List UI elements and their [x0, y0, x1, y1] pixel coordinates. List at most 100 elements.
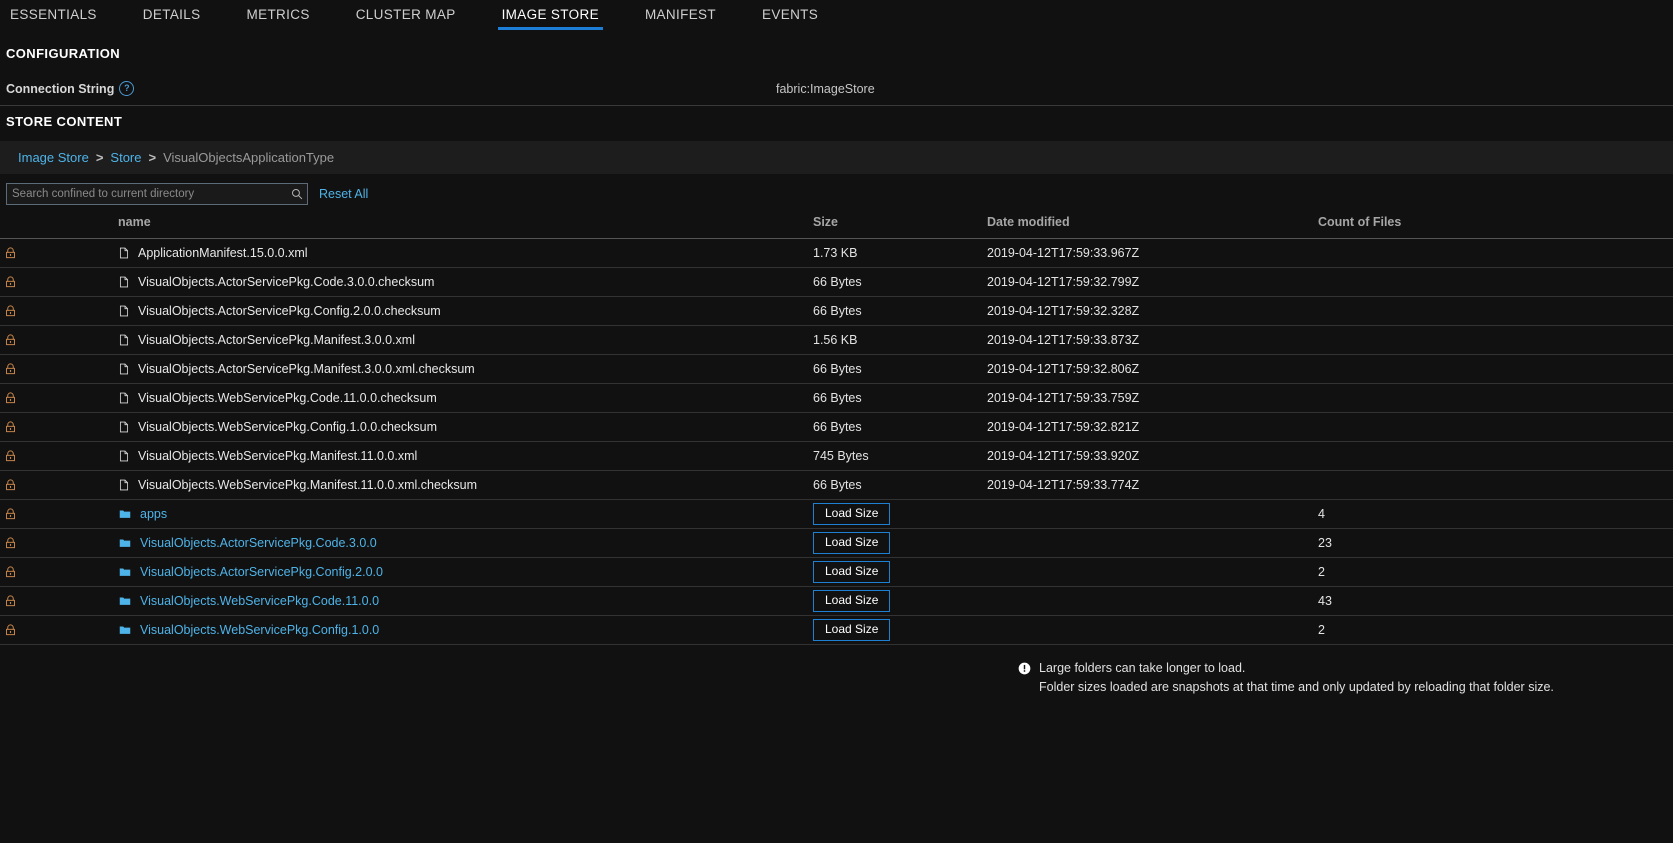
date-modified-cell: [982, 499, 1312, 529]
date-modified-cell: 2019-04-12T17:59:33.774Z: [982, 470, 1312, 500]
load-size-button[interactable]: Load Size: [813, 619, 891, 641]
date-modified-cell: 2019-04-12T17:59:33.920Z: [982, 441, 1312, 471]
count-of-files-cell: [1312, 325, 1673, 355]
date-modified-cell: [982, 528, 1312, 558]
date-modified-cell: 2019-04-12T17:59:32.799Z: [982, 267, 1312, 297]
folder-link[interactable]: apps: [140, 507, 167, 521]
size-cell: 66 Bytes: [796, 412, 982, 442]
size-cell: 66 Bytes: [796, 296, 982, 326]
table-header-row: name Size Date modified Count of Files: [0, 215, 1673, 239]
lock-icon: [0, 586, 58, 616]
date-modified-cell: 2019-04-12T17:59:33.967Z: [982, 238, 1312, 268]
entry-name-cell: VisualObjects.ActorServicePkg.Config.2.0…: [58, 557, 796, 587]
tab-details[interactable]: DETAILS: [143, 7, 201, 30]
reset-all-button[interactable]: Reset All: [319, 187, 368, 201]
breadcrumb: Image Store > Store > VisualObjectsApplicati…: [0, 141, 1673, 174]
load-size-button[interactable]: Load Size: [813, 561, 891, 583]
count-of-files-cell: [1312, 238, 1673, 268]
entry-name-cell: VisualObjects.ActorServicePkg.Code.3.0.0: [58, 528, 796, 558]
date-modified-cell: 2019-04-12T17:59:32.821Z: [982, 412, 1312, 442]
folder-icon: [118, 624, 132, 636]
date-modified-cell: [982, 557, 1312, 587]
size-cell: 66 Bytes: [796, 267, 982, 297]
count-of-files-cell: 23: [1312, 528, 1673, 558]
search-icon[interactable]: [291, 188, 303, 200]
size-cell: 1.56 KB: [796, 325, 982, 355]
table-row: VisualObjects.WebServicePkg.Manifest.11.…: [0, 441, 1673, 471]
lock-icon: [0, 267, 58, 297]
folder-link[interactable]: VisualObjects.WebServicePkg.Config.1.0.0: [140, 623, 379, 637]
count-of-files-cell: [1312, 441, 1673, 471]
lock-icon: [0, 238, 58, 268]
size-cell: 66 Bytes: [796, 383, 982, 413]
folder-icon: [118, 566, 132, 578]
table-row: VisualObjects.WebServicePkg.Manifest.11.…: [0, 470, 1673, 500]
file-name: VisualObjects.ActorServicePkg.Manifest.3…: [138, 362, 475, 376]
load-size-button[interactable]: Load Size: [813, 503, 891, 525]
file-icon: [118, 391, 130, 405]
tab-events[interactable]: EVENTS: [762, 7, 818, 30]
date-modified-cell: [982, 615, 1312, 645]
table-row: VisualObjects.ActorServicePkg.Config.2.0…: [0, 296, 1673, 326]
tab-cluster-map[interactable]: CLUSTER MAP: [356, 7, 456, 30]
count-of-files-cell: [1312, 354, 1673, 384]
entry-name-cell: VisualObjects.WebServicePkg.Code.11.0.0: [58, 586, 796, 616]
folder-link[interactable]: VisualObjects.WebServicePkg.Code.11.0.0: [140, 594, 379, 608]
store-content-table: name Size Date modified Count of Files A…: [0, 215, 1673, 645]
load-size-button[interactable]: Load Size: [813, 532, 891, 554]
size-cell: Load Size: [796, 528, 982, 558]
table-row: VisualObjects.WebServicePkg.Code.11.0.0.…: [0, 383, 1673, 413]
folder-icon: [118, 595, 132, 607]
breadcrumb-item-0[interactable]: Image Store: [18, 150, 89, 165]
file-icon: [118, 362, 130, 376]
count-of-files-cell: [1312, 470, 1673, 500]
search-row: Reset All: [0, 174, 1673, 205]
entry-name-cell: VisualObjects.ActorServicePkg.Manifest.3…: [58, 354, 796, 384]
size-cell: 1.73 KB: [796, 238, 982, 268]
tab-manifest[interactable]: MANIFEST: [645, 7, 716, 30]
file-name: VisualObjects.ActorServicePkg.Config.2.0…: [138, 304, 441, 318]
date-modified-cell: 2019-04-12T17:59:32.328Z: [982, 296, 1312, 326]
help-icon[interactable]: ?: [119, 81, 135, 96]
entry-name-cell: VisualObjects.ActorServicePkg.Config.2.0…: [58, 296, 796, 326]
connection-string-label: Connection String ?: [6, 81, 776, 96]
lock-icon: [0, 325, 58, 355]
connection-string-value: fabric:ImageStore: [776, 81, 875, 96]
entry-name-cell: VisualObjects.WebServicePkg.Config.1.0.0…: [58, 412, 796, 442]
footer-note-line-2: Folder sizes loaded are snapshots at tha…: [1039, 680, 1554, 695]
count-of-files-cell: 43: [1312, 586, 1673, 616]
tab-image-store[interactable]: IMAGE STORE: [497, 7, 604, 30]
column-header-date-modified: Date modified: [982, 215, 1312, 239]
search-box[interactable]: [6, 183, 308, 205]
table-body: ApplicationManifest.15.0.0.xml 1.73 KB 201…: [0, 238, 1673, 645]
count-of-files-cell: 2: [1312, 615, 1673, 645]
date-modified-cell: 2019-04-12T17:59:32.806Z: [982, 354, 1312, 384]
file-icon: [118, 478, 130, 492]
lock-icon: [0, 354, 58, 384]
file-name: VisualObjects.WebServicePkg.Code.11.0.0.…: [138, 391, 437, 405]
file-name: VisualObjects.ActorServicePkg.Manifest.3…: [138, 333, 415, 347]
file-icon: [118, 420, 130, 434]
lock-icon: [0, 499, 58, 529]
count-of-files-cell: [1312, 267, 1673, 297]
folder-link[interactable]: VisualObjects.ActorServicePkg.Config.2.0…: [140, 565, 383, 579]
lock-icon: [0, 441, 58, 471]
file-icon: [118, 449, 130, 463]
connection-string-row: Connection String ? fabric:ImageStore: [0, 69, 1673, 106]
column-header-size: Size: [796, 215, 982, 239]
count-of-files-cell: [1312, 296, 1673, 326]
breadcrumb-item-1[interactable]: Store: [110, 150, 141, 165]
load-size-button[interactable]: Load Size: [813, 590, 891, 612]
footer-note-line-1: Large folders can take longer to load.: [1039, 661, 1246, 675]
file-icon: [118, 275, 130, 289]
search-input[interactable]: [7, 188, 307, 200]
date-modified-cell: 2019-04-12T17:59:33.759Z: [982, 383, 1312, 413]
file-name: VisualObjects.WebServicePkg.Manifest.11.…: [138, 478, 478, 492]
entry-name-cell: apps: [58, 499, 796, 529]
folder-link[interactable]: VisualObjects.ActorServicePkg.Code.3.0.0: [140, 536, 377, 550]
column-header-name: name: [58, 215, 796, 239]
lock-icon: [0, 296, 58, 326]
file-name: VisualObjects.WebServicePkg.Config.1.0.0…: [138, 420, 437, 434]
tab-essentials[interactable]: ESSENTIALS: [10, 7, 97, 30]
tab-metrics[interactable]: METRICS: [247, 7, 310, 30]
